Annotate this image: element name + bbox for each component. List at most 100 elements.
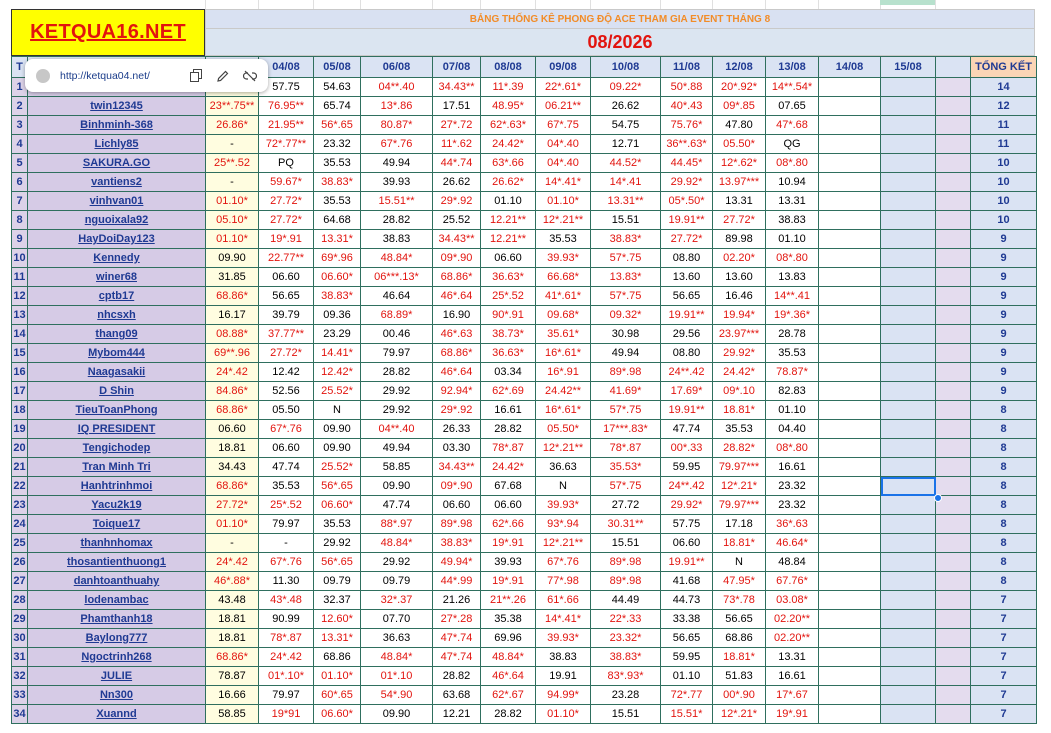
score-cell[interactable]: 07.70 <box>360 609 433 629</box>
empty-cell-14-08[interactable] <box>818 191 881 211</box>
score-cell[interactable]: 00.46 <box>360 324 433 344</box>
score-cell[interactable]: 29.92* <box>660 172 713 192</box>
score-cell[interactable]: 09.22* <box>590 77 661 97</box>
score-cell[interactable]: 39.93 <box>480 552 536 572</box>
score-cell[interactable]: 58.85 <box>205 704 259 724</box>
score-cell[interactable]: 28.82 <box>480 704 536 724</box>
score-cell[interactable]: 67*.76 <box>258 419 314 439</box>
score-cell[interactable]: 89*.98 <box>590 362 661 382</box>
score-cell[interactable]: 92.94* <box>432 381 481 401</box>
score-cell[interactable]: 57*.75 <box>590 286 661 306</box>
score-cell[interactable]: 29.56 <box>660 324 713 344</box>
total-cell[interactable]: 7 <box>970 647 1037 667</box>
total-cell[interactable]: 10 <box>970 153 1037 173</box>
empty-cell-14-08[interactable] <box>818 134 881 154</box>
score-cell[interactable]: 46.64* <box>765 533 819 553</box>
score-cell[interactable]: 59.67* <box>258 172 314 192</box>
score-cell[interactable]: 36*.63 <box>765 514 819 534</box>
member-name-link[interactable]: Yacu2k19 <box>27 495 206 515</box>
score-cell[interactable]: 50*.88 <box>660 77 713 97</box>
empty-cell-spacer[interactable] <box>935 267 971 287</box>
score-cell[interactable]: 18.81* <box>712 400 766 420</box>
score-cell[interactable]: 94.99* <box>535 685 591 705</box>
score-cell[interactable]: 90*.91 <box>480 305 536 325</box>
score-cell[interactable]: 38.83* <box>590 647 661 667</box>
score-cell[interactable]: 34.43** <box>432 457 481 477</box>
score-cell[interactable]: 13*.86 <box>360 96 433 116</box>
member-name-link[interactable]: Naagasakii <box>27 362 206 382</box>
score-cell[interactable]: 16.66 <box>205 685 259 705</box>
empty-cell-14-08[interactable] <box>818 571 881 591</box>
total-cell[interactable]: 8 <box>970 514 1037 534</box>
score-cell[interactable]: 12.42 <box>258 362 314 382</box>
empty-cell-15-08[interactable] <box>880 248 936 268</box>
score-cell[interactable]: 25.52 <box>432 210 481 230</box>
logo-cell[interactable]: KETQUA16.NET <box>11 9 205 56</box>
score-cell[interactable]: 09.36 <box>313 305 361 325</box>
score-cell[interactable]: 89*.98 <box>432 514 481 534</box>
member-name-link[interactable]: Binhminh-368 <box>27 115 206 135</box>
score-cell[interactable]: 36**.63* <box>660 134 713 154</box>
score-cell[interactable]: 36.63* <box>480 267 536 287</box>
empty-cell-spacer[interactable] <box>935 153 971 173</box>
member-name-link[interactable]: Phamthanh18 <box>27 609 206 629</box>
score-cell[interactable]: 36.63 <box>535 457 591 477</box>
row-index[interactable]: 14 <box>11 324 28 344</box>
empty-cell-spacer[interactable] <box>935 628 971 648</box>
empty-cell-spacer[interactable] <box>935 134 971 154</box>
member-name-link[interactable]: Mybom444 <box>27 343 206 363</box>
empty-cell-14-08[interactable] <box>818 438 881 458</box>
score-cell[interactable]: 22.77** <box>258 248 314 268</box>
score-cell[interactable]: 25.52* <box>313 457 361 477</box>
row-index[interactable]: 31 <box>11 647 28 667</box>
empty-cell-15-08[interactable] <box>880 229 936 249</box>
score-cell[interactable]: 23**.75** <box>205 96 259 116</box>
score-cell[interactable]: 06.60 <box>205 419 259 439</box>
score-cell[interactable]: 07.65 <box>765 96 819 116</box>
score-cell[interactable]: 19*.91 <box>480 571 536 591</box>
score-cell[interactable]: 19.91** <box>660 400 713 420</box>
empty-cell-spacer[interactable] <box>935 400 971 420</box>
score-cell[interactable]: 29.92 <box>360 400 433 420</box>
empty-cell-spacer[interactable] <box>935 704 971 724</box>
score-cell[interactable]: 38.73* <box>480 324 536 344</box>
score-cell[interactable]: 14*.41* <box>535 609 591 629</box>
score-cell[interactable]: 16*.91 <box>535 362 591 382</box>
empty-cell-14-08[interactable] <box>818 476 881 496</box>
row-index[interactable]: 3 <box>11 115 28 135</box>
empty-cell-14-08[interactable] <box>818 457 881 477</box>
score-cell[interactable]: 93*.94 <box>535 514 591 534</box>
empty-cell-14-08[interactable] <box>818 305 881 325</box>
score-cell[interactable]: N <box>712 552 766 572</box>
empty-cell-15-08[interactable] <box>880 77 936 97</box>
score-cell[interactable]: 06.60* <box>313 704 361 724</box>
member-name-link[interactable]: thanhnhomax <box>27 533 206 553</box>
score-cell[interactable]: 14**.54* <box>765 77 819 97</box>
score-cell[interactable]: 68.86* <box>205 400 259 420</box>
score-cell[interactable]: 59.95 <box>660 647 713 667</box>
score-cell[interactable]: 12.60* <box>313 609 361 629</box>
score-cell[interactable]: 51.83 <box>712 666 766 686</box>
empty-cell-15-08[interactable] <box>880 210 936 230</box>
empty-cell-spacer[interactable] <box>935 419 971 439</box>
score-cell[interactable]: 09.90 <box>205 248 259 268</box>
total-cell[interactable]: 8 <box>970 476 1037 496</box>
total-cell[interactable]: 8 <box>970 400 1037 420</box>
score-cell[interactable]: 24*.42 <box>258 647 314 667</box>
score-cell[interactable]: 44*.99 <box>432 571 481 591</box>
score-cell[interactable]: 28.82 <box>432 666 481 686</box>
empty-cell-spacer[interactable] <box>935 438 971 458</box>
total-cell[interactable]: 9 <box>970 343 1037 363</box>
remove-link-icon[interactable] <box>241 67 259 85</box>
score-cell[interactable]: 47*.68 <box>765 115 819 135</box>
score-cell[interactable]: 31.85 <box>205 267 259 287</box>
score-cell[interactable]: 62*.69 <box>480 381 536 401</box>
empty-cell-15-08[interactable] <box>880 647 936 667</box>
empty-cell-15-08[interactable] <box>880 191 936 211</box>
score-cell[interactable]: 19*91 <box>258 704 314 724</box>
score-cell[interactable]: 34.43 <box>205 457 259 477</box>
score-cell[interactable]: 09.32* <box>590 305 661 325</box>
row-index[interactable]: 19 <box>11 419 28 439</box>
score-cell[interactable]: 01.10* <box>535 191 591 211</box>
total-cell[interactable]: 8 <box>970 571 1037 591</box>
